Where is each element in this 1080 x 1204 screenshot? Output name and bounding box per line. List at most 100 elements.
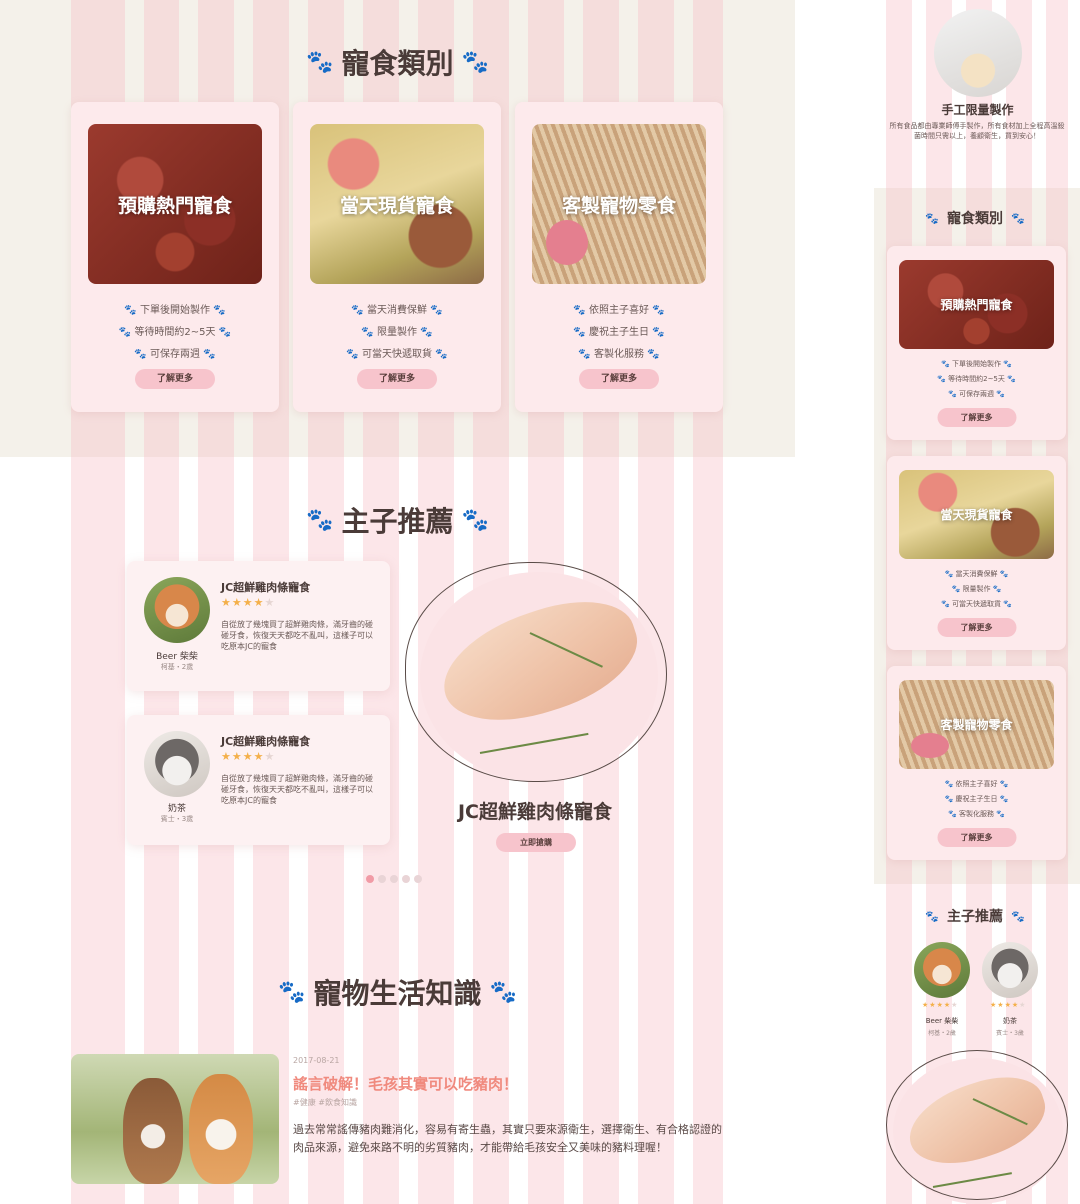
category-feature-list: 🐾 當天消費保鮮 🐾 🐾 限量製作 🐾 🐾 可當天快遞取貨 🐾 [887, 567, 1066, 612]
carousel-dot[interactable] [402, 875, 410, 883]
article-tags[interactable]: #健康 #飲食知識 [293, 1097, 357, 1108]
category-image-label: 客製寵物零食 [940, 718, 1013, 732]
mobile-category-image-instock: 當天現貨寵食 [899, 470, 1054, 559]
learn-more-button[interactable]: 了解更多 [937, 828, 1016, 847]
feature-item: 🐾 客製化服務 🐾 [578, 349, 660, 360]
feature-item: 🐾 可當天快遞取貨 🐾 [346, 349, 448, 360]
review-card: Beer 柴柴 柯基・2歲 JC超鮮雞肉條寵食 ★★★★★ 自從放了幾塊買了超鮮… [127, 561, 390, 691]
category-image-label: 預購熱門寵食 [940, 298, 1013, 312]
mobile-category-image-custom: 客製寵物零食 [899, 680, 1054, 769]
mobile-category-section-title: 🐾 寵食類別 🐾 [895, 206, 1055, 230]
mobile-reviewer-avatar-cat[interactable] [982, 942, 1038, 998]
category-feature-list: 🐾 下單後開始製作 🐾 🐾 等待時間約2~5天 🐾 🐾 可保存兩週 🐾 [887, 357, 1066, 402]
reviewer-subtitle: 賓士・3歲 [160, 815, 194, 823]
feature-item: 🐾 下單後開始製作 🐾 [124, 305, 226, 316]
paw-icon: 🐾 [1011, 909, 1025, 923]
category-image-label: 當天現貨寵食 [339, 194, 454, 217]
review-stars: ★★★★★ [221, 596, 276, 609]
paw-icon: 🐾 [278, 979, 306, 1005]
feature-item: 🐾 可當天快遞取貨 🐾 [941, 600, 1012, 608]
paw-icon: 🐾 [306, 49, 334, 75]
recommend-title-text: 主子推薦 [341, 505, 454, 538]
article-image[interactable] [71, 1054, 279, 1184]
carousel-dot[interactable] [366, 875, 374, 883]
paw-icon: 🐾 [925, 909, 939, 923]
mobile-reviewer-subtitle: 賓士・3歲 [996, 1030, 1024, 1037]
mobile-review-stars: ★★★★★ [990, 1001, 1027, 1009]
featured-product-name: JC超鮮雞肉條寵食 [457, 801, 612, 823]
feature-item: 🐾 等待時間約2~5天 🐾 [937, 375, 1016, 383]
category-card-preorder[interactable]: 預購熱門寵食 🐾 下單後開始製作 🐾 🐾 等待時間約2~5天 🐾 🐾 可保存兩週… [71, 102, 279, 412]
carousel-dot[interactable] [378, 875, 386, 883]
mobile-review-stars: ★★★★★ [922, 1001, 959, 1009]
mobile-recommend-title-text: 主子推薦 [947, 909, 1003, 925]
feature-item: 🐾 慶祝主子生日 🐾 [944, 795, 1009, 803]
learn-more-button[interactable]: 了解更多 [579, 369, 659, 389]
review-card: 奶茶 賓士・3歲 JC超鮮雞肉條寵食 ★★★★★ 自從放了幾塊買了超鮮雞肉條，滿… [127, 715, 390, 845]
mobile-category-card-preorder[interactable]: 預購熱門寵食 🐾 下單後開始製作 🐾 🐾 等待時間約2~5天 🐾 🐾 可保存兩週… [887, 246, 1066, 440]
mobile-category-title-text: 寵食類別 [947, 211, 1003, 227]
paw-icon: 🐾 [925, 211, 939, 225]
carousel-dots[interactable] [366, 875, 422, 883]
category-image-label: 客製寵物零食 [561, 194, 676, 217]
learn-more-button[interactable]: 了解更多 [937, 618, 1016, 637]
paw-icon: 🐾 [489, 979, 517, 1005]
category-title-text: 寵食類別 [341, 47, 454, 80]
mobile-handmade-text: 所有食品都由專業師傅手製作，所有食材加上全程高溫殺菌時間只需以上，養顧衛生，買到… [889, 122, 1065, 141]
reviewer-name: 奶茶 [167, 804, 186, 814]
category-image-instock: 當天現貨寵食 [310, 124, 484, 284]
paw-icon: 🐾 [1011, 211, 1025, 225]
feature-item: 🐾 限量製作 🐾 [951, 585, 1002, 593]
feature-item: 🐾 下單後開始製作 🐾 [941, 360, 1012, 368]
category-card-instock[interactable]: 當天現貨寵食 🐾 當天消費保鮮 🐾 🐾 限量製作 🐾 🐾 可當天快遞取貨 🐾 了… [293, 102, 501, 412]
carousel-dot[interactable] [414, 875, 422, 883]
mobile-category-card-custom[interactable]: 客製寵物零食 🐾 依照主子喜好 🐾 🐾 慶祝主子生日 🐾 🐾 客製化服務 🐾 了… [887, 666, 1066, 860]
reviewer-name: Beer 柴柴 [156, 652, 198, 662]
feature-item: 🐾 等待時間約2~5天 🐾 [118, 327, 232, 338]
feature-item: 🐾 依照主子喜好 🐾 [944, 780, 1009, 788]
paw-icon: 🐾 [461, 49, 489, 75]
mobile-category-card-instock[interactable]: 當天現貨寵食 🐾 當天消費保鮮 🐾 🐾 限量製作 🐾 🐾 可當天快遞取貨 🐾 了… [887, 456, 1066, 650]
reviewer-subtitle: 柯基・2歲 [160, 663, 194, 671]
mobile-handmade-image [934, 9, 1022, 97]
category-image-custom: 客製寵物零食 [532, 124, 706, 284]
category-image-preorder: 預購熱門寵食 [88, 124, 262, 284]
category-feature-list: 🐾 依照主子喜好 🐾 🐾 慶祝主子生日 🐾 🐾 客製化服務 🐾 [887, 777, 1066, 822]
feature-item: 🐾 依照主子喜好 🐾 [573, 305, 665, 316]
mobile-recommend-section-title: 🐾 主子推薦 🐾 [895, 904, 1055, 928]
feature-item: 🐾 客製化服務 🐾 [948, 810, 1005, 818]
mobile-category-image-preorder: 預購熱門寵食 [899, 260, 1054, 349]
mobile-reviewer-avatar-dog[interactable] [914, 942, 970, 998]
mobile-handmade-title: 手工限量製作 [941, 103, 1014, 117]
learn-more-button[interactable]: 了解更多 [937, 408, 1016, 427]
feature-item: 🐾 當天消費保鮮 🐾 [351, 305, 443, 316]
feature-item: 🐾 可保存兩週 🐾 [948, 390, 1005, 398]
article-title[interactable]: 謠言破解！毛孩其實可以吃豬肉！ [293, 1073, 518, 1094]
category-image-label: 當天現貨寵食 [940, 508, 1013, 522]
review-product-title: JC超鮮雞肉條寵食 [221, 581, 311, 594]
category-feature-list: 🐾 當天消費保鮮 🐾 🐾 限量製作 🐾 🐾 可當天快遞取貨 🐾 [293, 300, 501, 366]
knowledge-title-text: 寵物生活知識 [313, 977, 482, 1010]
category-feature-list: 🐾 下單後開始製作 🐾 🐾 等待時間約2~5天 🐾 🐾 可保存兩週 🐾 [71, 300, 279, 366]
learn-more-button[interactable]: 了解更多 [135, 369, 215, 389]
learn-more-button[interactable]: 了解更多 [357, 369, 437, 389]
carousel-dot[interactable] [390, 875, 398, 883]
review-text: 自從放了幾塊買了超鮮雞肉條，滿牙齒的碰碰牙食，恢復天天都吃不亂叫，這樣子可以吃原… [221, 620, 373, 652]
buy-now-button[interactable]: 立即搶購 [496, 833, 576, 852]
reviewer-avatar-cat [144, 731, 210, 797]
paw-icon: 🐾 [461, 507, 489, 533]
review-stars: ★★★★★ [221, 750, 276, 763]
reviewer-avatar-dog [144, 577, 210, 643]
feature-item: 🐾 慶祝主子生日 🐾 [573, 327, 665, 338]
category-card-custom[interactable]: 客製寵物零食 🐾 依照主子喜好 🐾 🐾 慶祝主子生日 🐾 🐾 客製化服務 🐾 了… [515, 102, 723, 412]
category-section-title: 🐾 寵食類別 🐾 [250, 40, 545, 84]
review-product-title: JC超鮮雞肉條寵食 [221, 735, 311, 748]
knowledge-section-title: 🐾 寵物生活知識 🐾 [230, 970, 565, 1014]
recommend-section-title: 🐾 主子推薦 🐾 [250, 498, 545, 542]
article-body: 過去常常謠傳豬肉難消化，容易有寄生蟲，其實只要來源衛生，選擇衛生、有合格認證的肉… [293, 1123, 722, 1154]
featured-image-outline [405, 562, 667, 782]
paw-icon: 🐾 [306, 507, 334, 533]
feature-item: 🐾 當天消費保鮮 🐾 [944, 570, 1009, 578]
category-feature-list: 🐾 依照主子喜好 🐾 🐾 慶祝主子生日 🐾 🐾 客製化服務 🐾 [515, 300, 723, 366]
mobile-featured-image-outline [886, 1050, 1068, 1200]
